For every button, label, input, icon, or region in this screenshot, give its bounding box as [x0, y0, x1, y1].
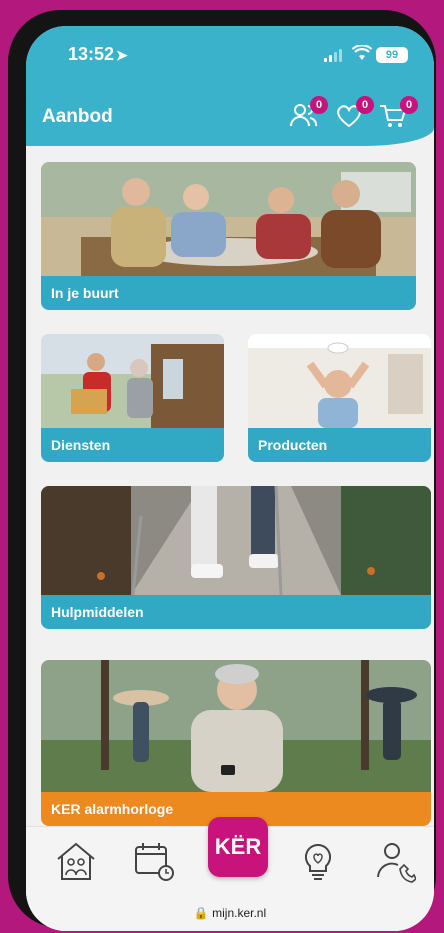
- card-label: Producten: [248, 428, 431, 462]
- card-label: Hulpmiddelen: [41, 595, 431, 629]
- phone-frame: 13:52 ➤ 99 Aanbod 0 0 0 In je buurt Dien…: [8, 10, 436, 931]
- card-label: In je buurt: [41, 276, 416, 310]
- users-button[interactable]: 0: [288, 96, 328, 130]
- app-header: 13:52 ➤ 99 Aanbod 0 0 0: [26, 26, 434, 146]
- battery-indicator: 99: [376, 47, 408, 63]
- favorites-button[interactable]: 0: [334, 96, 374, 130]
- calendar-icon: [135, 843, 174, 881]
- wifi-icon: [352, 45, 372, 60]
- signal-icon: [324, 48, 342, 62]
- tab-ideas[interactable]: [296, 839, 340, 883]
- status-time-text: 13:52: [68, 44, 115, 64]
- card-diensten[interactable]: Diensten: [41, 334, 224, 462]
- status-bar: 13:52 ➤ 99: [26, 26, 434, 86]
- contact-icon: [377, 843, 418, 883]
- favorites-badge: 0: [356, 96, 374, 114]
- browser-url-bar[interactable]: 🔒 mijn.ker.nl: [26, 902, 434, 931]
- location-arrow-icon: ➤: [116, 47, 128, 63]
- walking-aid-image: [41, 486, 431, 595]
- delivery-service-image: [41, 334, 224, 428]
- tab-home[interactable]: [54, 839, 98, 883]
- cart-button[interactable]: 0: [378, 96, 418, 130]
- page-title: Aanbod: [42, 106, 113, 127]
- card-hulpmiddelen[interactable]: Hulpmiddelen: [41, 486, 431, 629]
- url-text: mijn.ker.nl: [212, 906, 267, 920]
- cart-badge: 0: [400, 96, 418, 114]
- app-screen: 13:52 ➤ 99 Aanbod 0 0 0 In je buurt Dien…: [26, 26, 434, 931]
- users-badge: 0: [310, 96, 328, 114]
- ker-home-button[interactable]: KËR: [208, 817, 268, 877]
- card-label: Diensten: [41, 428, 224, 462]
- card-in-je-buurt[interactable]: In je buurt: [41, 162, 416, 310]
- tab-calendar[interactable]: [132, 839, 176, 883]
- lock-icon: 🔒: [193, 906, 209, 920]
- tab-contact[interactable]: [372, 839, 418, 883]
- card-producten[interactable]: Producten: [248, 334, 431, 462]
- home-icon: [57, 842, 95, 880]
- smoke-detector-installation-image: [248, 334, 431, 428]
- status-time: 13:52 ➤: [68, 44, 128, 65]
- lightbulb-icon: [304, 843, 332, 880]
- card-ker-alarmhorloge[interactable]: KER alarmhorloge: [41, 660, 431, 826]
- seniors-playing-cards-image: [41, 162, 416, 276]
- woman-with-smartwatch-image: [41, 660, 431, 792]
- bottom-tab-bar: KËR: [26, 817, 434, 902]
